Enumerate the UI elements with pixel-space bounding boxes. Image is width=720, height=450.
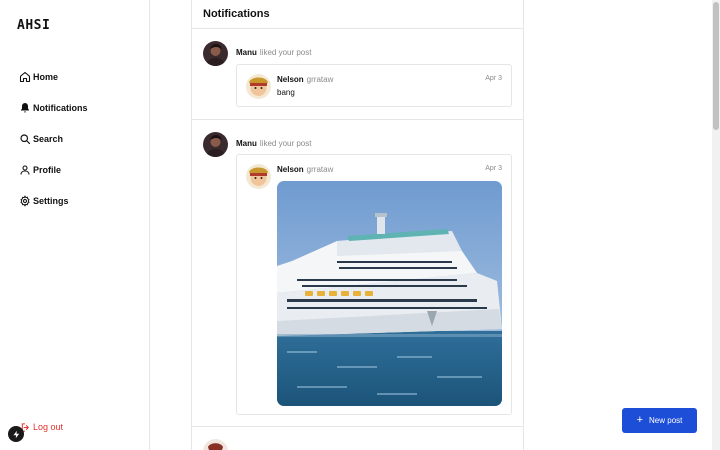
post-handle[interactable]: grrataw: [307, 165, 334, 174]
notification-action: liked your post: [259, 139, 312, 148]
actor-name[interactable]: Manu: [236, 48, 257, 57]
post-text: bang: [277, 88, 295, 97]
post-card[interactable]: Nelson grrataw Apr 3 bang: [236, 64, 512, 107]
post-meta: Nelson grrataw: [277, 165, 333, 174]
home-icon: [17, 69, 33, 85]
page-title: Notifications: [192, 0, 523, 29]
notification-action: liked your post: [259, 48, 312, 57]
search-icon: [17, 131, 33, 147]
logout-label: Log out: [33, 422, 64, 432]
sidebar-item-label: Notifications: [33, 102, 88, 113]
scrollbar[interactable]: [712, 0, 720, 450]
sidebar-item-label: Home: [33, 71, 59, 82]
sidebar-item-settings[interactable]: Settings: [17, 185, 142, 216]
avatar[interactable]: [203, 439, 228, 450]
post-author[interactable]: Nelson: [277, 165, 304, 174]
post-handle[interactable]: grrataw: [307, 75, 334, 84]
user-icon: [17, 162, 33, 178]
actor-name[interactable]: Manu: [236, 139, 257, 148]
sidebar-item-label: Search: [33, 133, 64, 144]
avatar[interactable]: [246, 74, 271, 99]
sidebar-item-home[interactable]: Home: [17, 61, 142, 92]
notification-text: Manu liked your post: [236, 48, 311, 57]
post-card[interactable]: Nelson grrataw Apr 3: [236, 154, 512, 415]
gear-icon: [17, 193, 33, 209]
post-author[interactable]: Nelson: [277, 75, 304, 84]
sidebar: AHSI Home Notifications Search Profile S…: [0, 0, 150, 450]
sidebar-item-label: Settings: [33, 195, 69, 206]
avatar[interactable]: [246, 164, 271, 189]
bolt-icon[interactable]: [8, 426, 24, 442]
sidebar-item-profile[interactable]: Profile: [17, 154, 142, 185]
post-date: Apr 3: [485, 165, 502, 172]
notification-item[interactable]: Manu liked your post Nelson grrataw Apr 3 …: [192, 29, 523, 120]
post-image[interactable]: [277, 181, 502, 406]
new-post-label: New post: [649, 416, 683, 425]
sidebar-nav: Home Notifications Search Profile Settin…: [17, 61, 142, 216]
scrollbar-thumb[interactable]: [713, 2, 719, 130]
notification-text: Manu liked your post: [236, 139, 311, 148]
avatar[interactable]: [203, 132, 228, 157]
notification-item[interactable]: Manu liked your post Nelson grrataw Apr 3: [192, 120, 523, 427]
post-date: Apr 3: [485, 75, 502, 82]
notification-item[interactable]: [192, 427, 523, 450]
post-meta: Nelson grrataw: [277, 75, 333, 84]
sidebar-item-label: Profile: [33, 164, 62, 175]
avatar[interactable]: [203, 41, 228, 66]
app-logo[interactable]: AHSI: [17, 18, 50, 33]
sidebar-item-search[interactable]: Search: [17, 123, 142, 154]
bell-icon: [17, 100, 33, 116]
new-post-button[interactable]: + New post: [622, 408, 697, 433]
sidebar-item-notifications[interactable]: Notifications: [17, 92, 142, 123]
notifications-feed: Notifications Manu liked your post Nelson…: [191, 0, 524, 450]
plus-icon: +: [636, 414, 644, 426]
